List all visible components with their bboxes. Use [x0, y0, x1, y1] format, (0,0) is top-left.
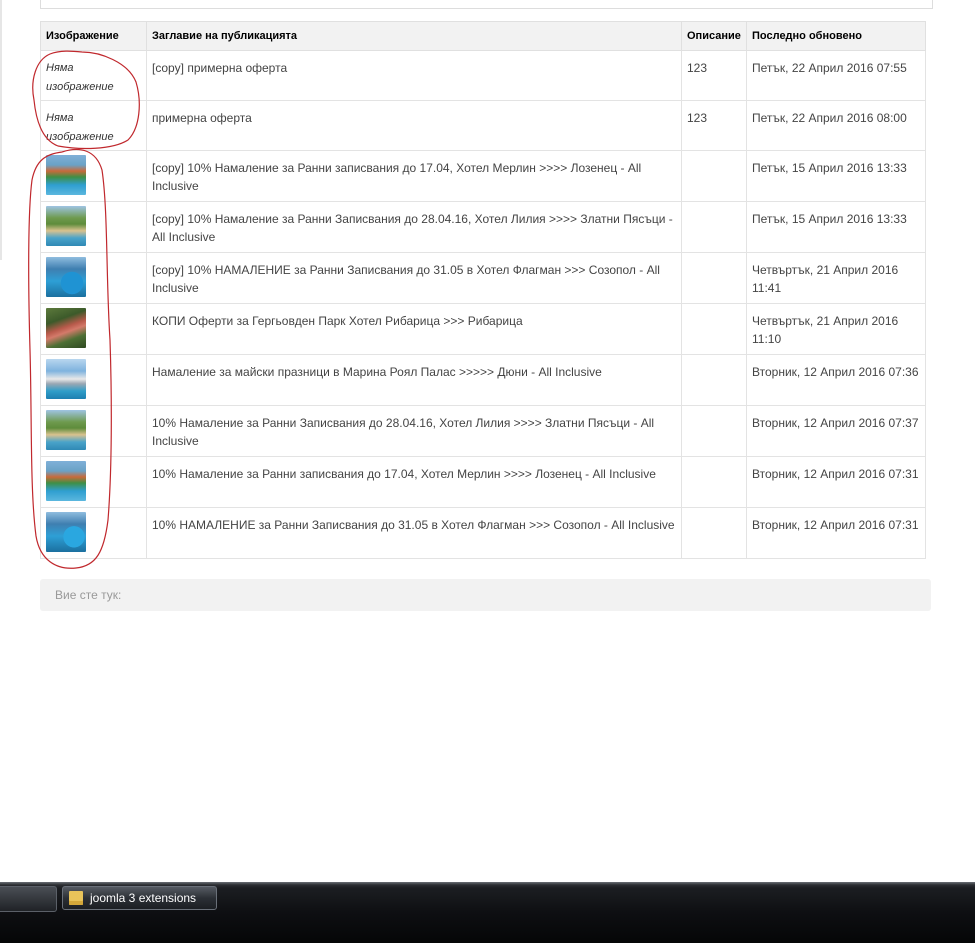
image-cell: [40, 252, 147, 304]
top-content-panel: [40, 0, 933, 9]
title-cell: [copy] 10% Намаление за Ранни записвания…: [146, 150, 682, 202]
article-title-link[interactable]: 10% НАМАЛЕНИЕ за Ранни Записвания до 31.…: [152, 518, 675, 532]
image-cell: [40, 507, 147, 559]
article-title-link[interactable]: 10% Намаление за Ранни записвания до 17.…: [152, 467, 656, 481]
hotel-thumbnail-image[interactable]: [46, 308, 86, 348]
taskbar-top-edge: [0, 882, 975, 885]
table-row: Няма изображение примерна оферта 123 Пет…: [40, 100, 926, 151]
title-cell: 10% НАМАЛЕНИЕ за Ранни Записвания до 31.…: [146, 507, 682, 559]
table-row: 10% НАМАЛЕНИЕ за Ранни Записвания до 31.…: [40, 507, 926, 559]
image-cell: [40, 354, 147, 406]
no-image-text: Няма изображение: [46, 112, 114, 143]
description-cell: 123: [681, 100, 747, 151]
article-title-link[interactable]: [copy] 10% Намаление за Ранни записвания…: [152, 161, 641, 193]
table-row: КОПИ Оферти за Гергьовден Парк Хотел Риб…: [40, 303, 926, 355]
updated-cell: Петък, 15 Април 2016 13:33: [746, 201, 926, 253]
table-row: Няма изображение [copy] примерна оферта …: [40, 50, 926, 101]
article-title-link[interactable]: примерна оферта: [152, 111, 252, 125]
hotel-thumbnail-image[interactable]: [46, 155, 86, 195]
folder-icon: [69, 891, 83, 905]
table-row: Намаление за майски празници в Марина Ро…: [40, 354, 926, 406]
image-cell: [40, 201, 147, 253]
taskbar-window-label: joomla 3 extensions: [90, 891, 197, 905]
image-cell: Няма изображение: [40, 100, 147, 151]
hotel-thumbnail-image[interactable]: [46, 359, 86, 399]
updated-cell: Четвъртък, 21 Април 2016 11:41: [746, 252, 926, 304]
updated-cell: Вторник, 12 Април 2016 07:31: [746, 507, 926, 559]
taskbar-left-button[interactable]: [0, 886, 57, 912]
updated-cell: Петък, 15 Април 2016 13:33: [746, 150, 926, 202]
article-title-link[interactable]: [copy] 10% НАМАЛЕНИЕ за Ранни Записвания…: [152, 263, 660, 295]
description-cell: 123: [681, 50, 747, 101]
article-title-link[interactable]: 10% Намаление за Ранни Записвания до 28.…: [152, 416, 654, 448]
article-title-link[interactable]: [copy] примерна оферта: [152, 61, 287, 75]
image-cell: [40, 303, 147, 355]
hotel-thumbnail-image[interactable]: [46, 410, 86, 450]
title-cell: Намаление за майски празници в Марина Ро…: [146, 354, 682, 406]
no-image-text: Няма изображение: [46, 62, 114, 93]
title-cell: КОПИ Оферти за Гергьовден Парк Хотел Риб…: [146, 303, 682, 355]
hotel-thumbnail-image[interactable]: [46, 512, 86, 552]
image-cell: [40, 150, 147, 202]
column-header-description[interactable]: Описание: [681, 21, 747, 51]
title-cell: [copy] 10% Намаление за Ранни Записвания…: [146, 201, 682, 253]
article-title-link[interactable]: КОПИ Оферти за Гергьовден Парк Хотел Риб…: [152, 314, 523, 328]
description-cell: [681, 201, 747, 253]
table-row: 10% Намаление за Ранни записвания до 17.…: [40, 456, 926, 508]
hotel-thumbnail-image[interactable]: [46, 257, 86, 297]
column-header-updated[interactable]: Последно обновено: [746, 21, 926, 51]
image-cell: Няма изображение: [40, 50, 147, 101]
title-cell: [copy] 10% НАМАЛЕНИЕ за Ранни Записвания…: [146, 252, 682, 304]
table-row: 10% Намаление за Ранни Записвания до 28.…: [40, 405, 926, 457]
title-cell: [copy] примерна оферта: [146, 50, 682, 101]
table-row: [copy] 10% Намаление за Ранни записвания…: [40, 150, 926, 202]
description-cell: [681, 303, 747, 355]
article-title-link[interactable]: Намаление за майски празници в Марина Ро…: [152, 365, 602, 379]
table-row: [copy] 10% НАМАЛЕНИЕ за Ранни Записвания…: [40, 252, 926, 304]
description-cell: [681, 456, 747, 508]
image-cell: [40, 405, 147, 457]
updated-cell: Петък, 22 Април 2016 08:00: [746, 100, 926, 151]
column-header-title[interactable]: Заглавие на публикацията: [146, 21, 682, 51]
updated-cell: Вторник, 12 Април 2016 07:36: [746, 354, 926, 406]
hotel-thumbnail-image[interactable]: [46, 206, 86, 246]
browser-left-edge: [0, 0, 2, 260]
image-cell: [40, 456, 147, 508]
articles-table: Изображение Заглавие на публикацията Опи…: [40, 21, 926, 559]
column-header-image[interactable]: Изображение: [40, 21, 147, 51]
table-header-row: Изображение Заглавие на публикацията Опи…: [40, 21, 926, 51]
title-cell: 10% Намаление за Ранни записвания до 17.…: [146, 456, 682, 508]
updated-cell: Вторник, 12 Април 2016 07:31: [746, 456, 926, 508]
title-cell: примерна оферта: [146, 100, 682, 151]
breadcrumb: Вие сте тук:: [40, 579, 931, 611]
description-cell: [681, 150, 747, 202]
hotel-thumbnail-image[interactable]: [46, 461, 86, 501]
taskbar-window-button[interactable]: joomla 3 extensions: [62, 886, 217, 910]
breadcrumb-label: Вие сте тук:: [55, 588, 122, 602]
updated-cell: Петък, 22 Април 2016 07:55: [746, 50, 926, 101]
updated-cell: Четвъртък, 21 Април 2016 11:10: [746, 303, 926, 355]
table-row: [copy] 10% Намаление за Ранни Записвания…: [40, 201, 926, 253]
description-cell: [681, 405, 747, 457]
description-cell: [681, 252, 747, 304]
article-title-link[interactable]: [copy] 10% Намаление за Ранни Записвания…: [152, 212, 673, 244]
description-cell: [681, 354, 747, 406]
title-cell: 10% Намаление за Ранни Записвания до 28.…: [146, 405, 682, 457]
description-cell: [681, 507, 747, 559]
updated-cell: Вторник, 12 Април 2016 07:37: [746, 405, 926, 457]
